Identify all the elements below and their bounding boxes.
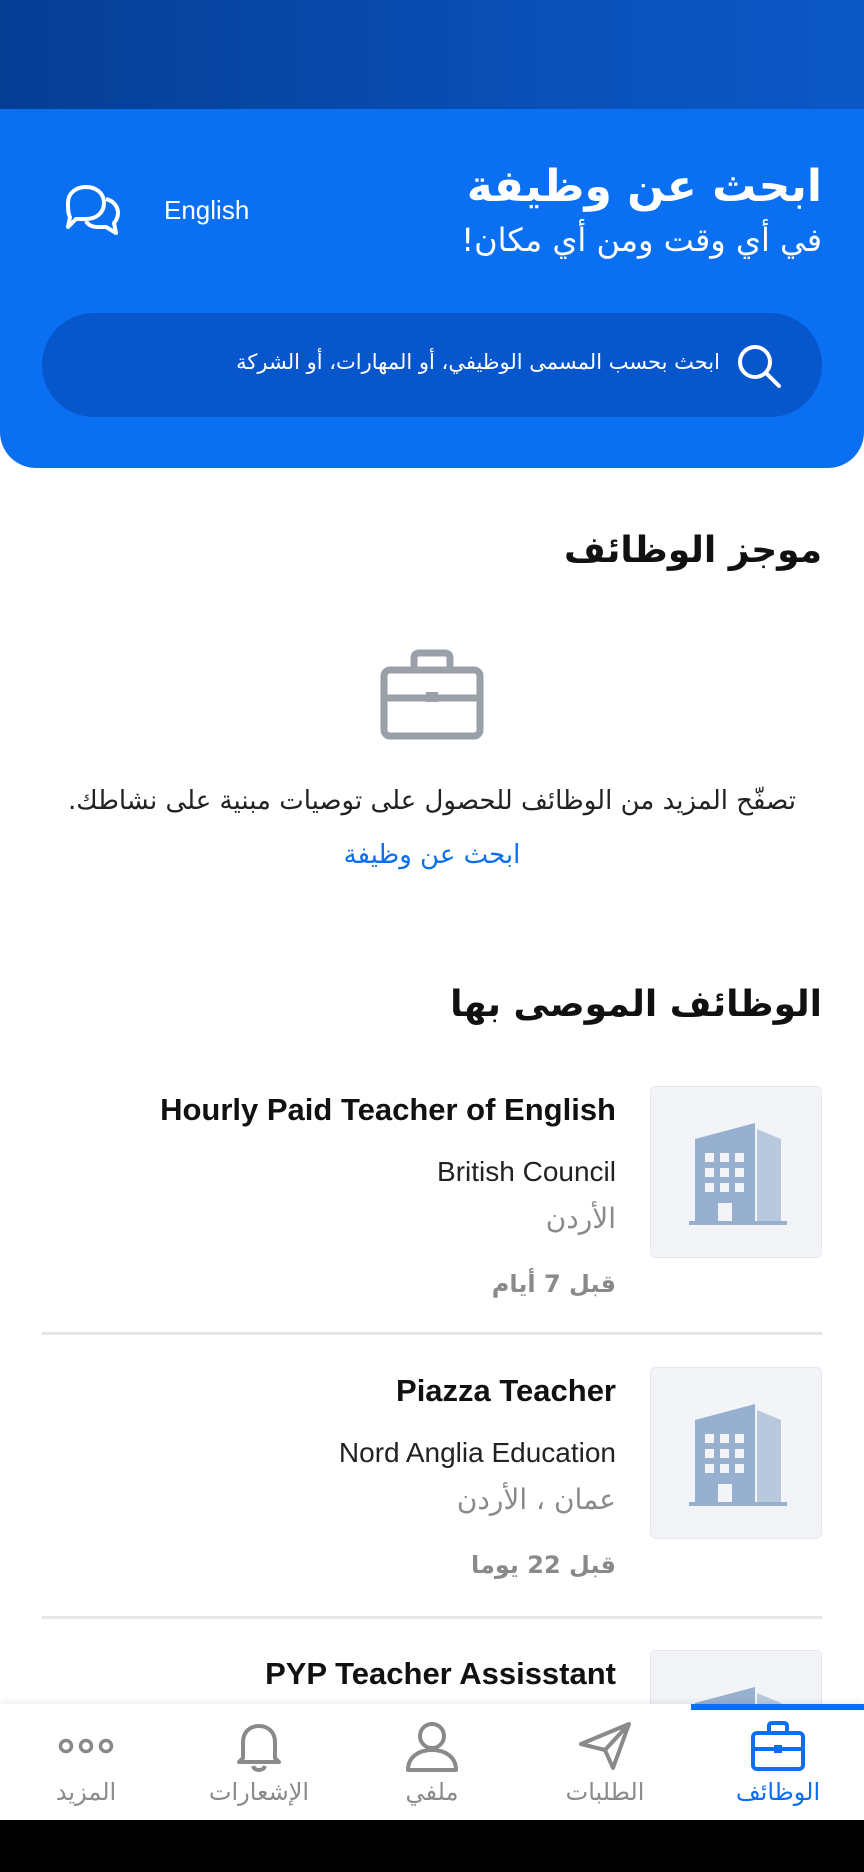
language-toggle-link[interactable]: English	[164, 195, 249, 226]
more-dots-icon	[58, 1738, 114, 1754]
job-posted-time: قبل 7 أيام	[491, 1270, 616, 1298]
job-company: British Council	[437, 1156, 616, 1187]
search-placeholder: ابحث بحسب المسمى الوظيفي، أو المهارات، أ…	[236, 350, 720, 374]
job-location: الأردن	[545, 1202, 616, 1235]
tab-jobs-label: الوظائف	[735, 1778, 821, 1806]
tab-applications[interactable]: الطلبات	[519, 1704, 691, 1820]
empty-feed-message: تصفّح المزيد من الوظائف للحصول على توصيا…	[68, 786, 796, 816]
building-icon	[695, 1687, 781, 1704]
job-card[interactable]: PYP Teacher Assisstant	[42, 1650, 822, 1704]
tab-more[interactable]: المزيد	[0, 1704, 172, 1820]
job-title[interactable]: Hourly Paid Teacher of English	[160, 1092, 616, 1128]
bottom-nav: الوظائف الطلبات ملفي الإشعارات المزيد	[0, 1704, 864, 1820]
job-location: عمان ، الأردن	[456, 1483, 616, 1516]
search-icon	[738, 345, 781, 388]
job-title[interactable]: Piazza Teacher	[396, 1373, 616, 1409]
system-navigation-bar	[0, 1820, 864, 1872]
job-card[interactable]: Piazza Teacher Nord Anglia Education عما…	[42, 1367, 822, 1607]
job-company: Nord Anglia Education	[338, 1437, 616, 1468]
building-icon	[689, 1123, 787, 1225]
user-icon	[406, 1722, 458, 1772]
status-bar	[0, 0, 864, 109]
paper-plane-icon	[579, 1722, 631, 1770]
briefcase-icon	[380, 649, 484, 740]
bell-icon	[237, 1724, 281, 1772]
header: ابحث عن وظيفة في أي وقت ومن أي مكان! Eng…	[0, 109, 864, 468]
tab-notifications-label: الإشعارات	[208, 1778, 310, 1806]
tab-applications-label: الطلبات	[565, 1778, 645, 1806]
briefcase-icon	[751, 1721, 805, 1771]
page-subtitle: في أي وقت ومن أي مكان!	[461, 221, 822, 259]
tab-profile-label: ملفي	[405, 1778, 459, 1806]
company-logo	[650, 1650, 822, 1704]
chat-bubbles-icon[interactable]	[62, 183, 122, 237]
job-posted-time: قبل 22 يوما	[471, 1551, 616, 1579]
job-card[interactable]: Hourly Paid Teacher of English British C…	[42, 1086, 822, 1326]
job-title[interactable]: PYP Teacher Assisstant	[265, 1656, 616, 1692]
page-title: ابحث عن وظيفة	[466, 161, 822, 212]
tab-more-label: المزيد	[55, 1778, 117, 1806]
company-logo	[650, 1086, 822, 1258]
divider	[42, 1616, 822, 1619]
job-feed-title: موجز الوظائف	[564, 530, 822, 571]
company-logo	[650, 1367, 822, 1539]
tab-notifications[interactable]: الإشعارات	[173, 1704, 345, 1820]
search-input[interactable]: ابحث بحسب المسمى الوظيفي، أو المهارات، أ…	[42, 313, 822, 417]
recommended-title: الوظائف الموصى بها	[450, 984, 822, 1025]
divider	[42, 1332, 822, 1335]
tab-profile[interactable]: ملفي	[346, 1704, 518, 1820]
building-icon	[689, 1404, 787, 1506]
find-job-link[interactable]: ابحث عن وظيفة	[0, 840, 864, 870]
tab-jobs[interactable]: الوظائف	[692, 1704, 864, 1820]
